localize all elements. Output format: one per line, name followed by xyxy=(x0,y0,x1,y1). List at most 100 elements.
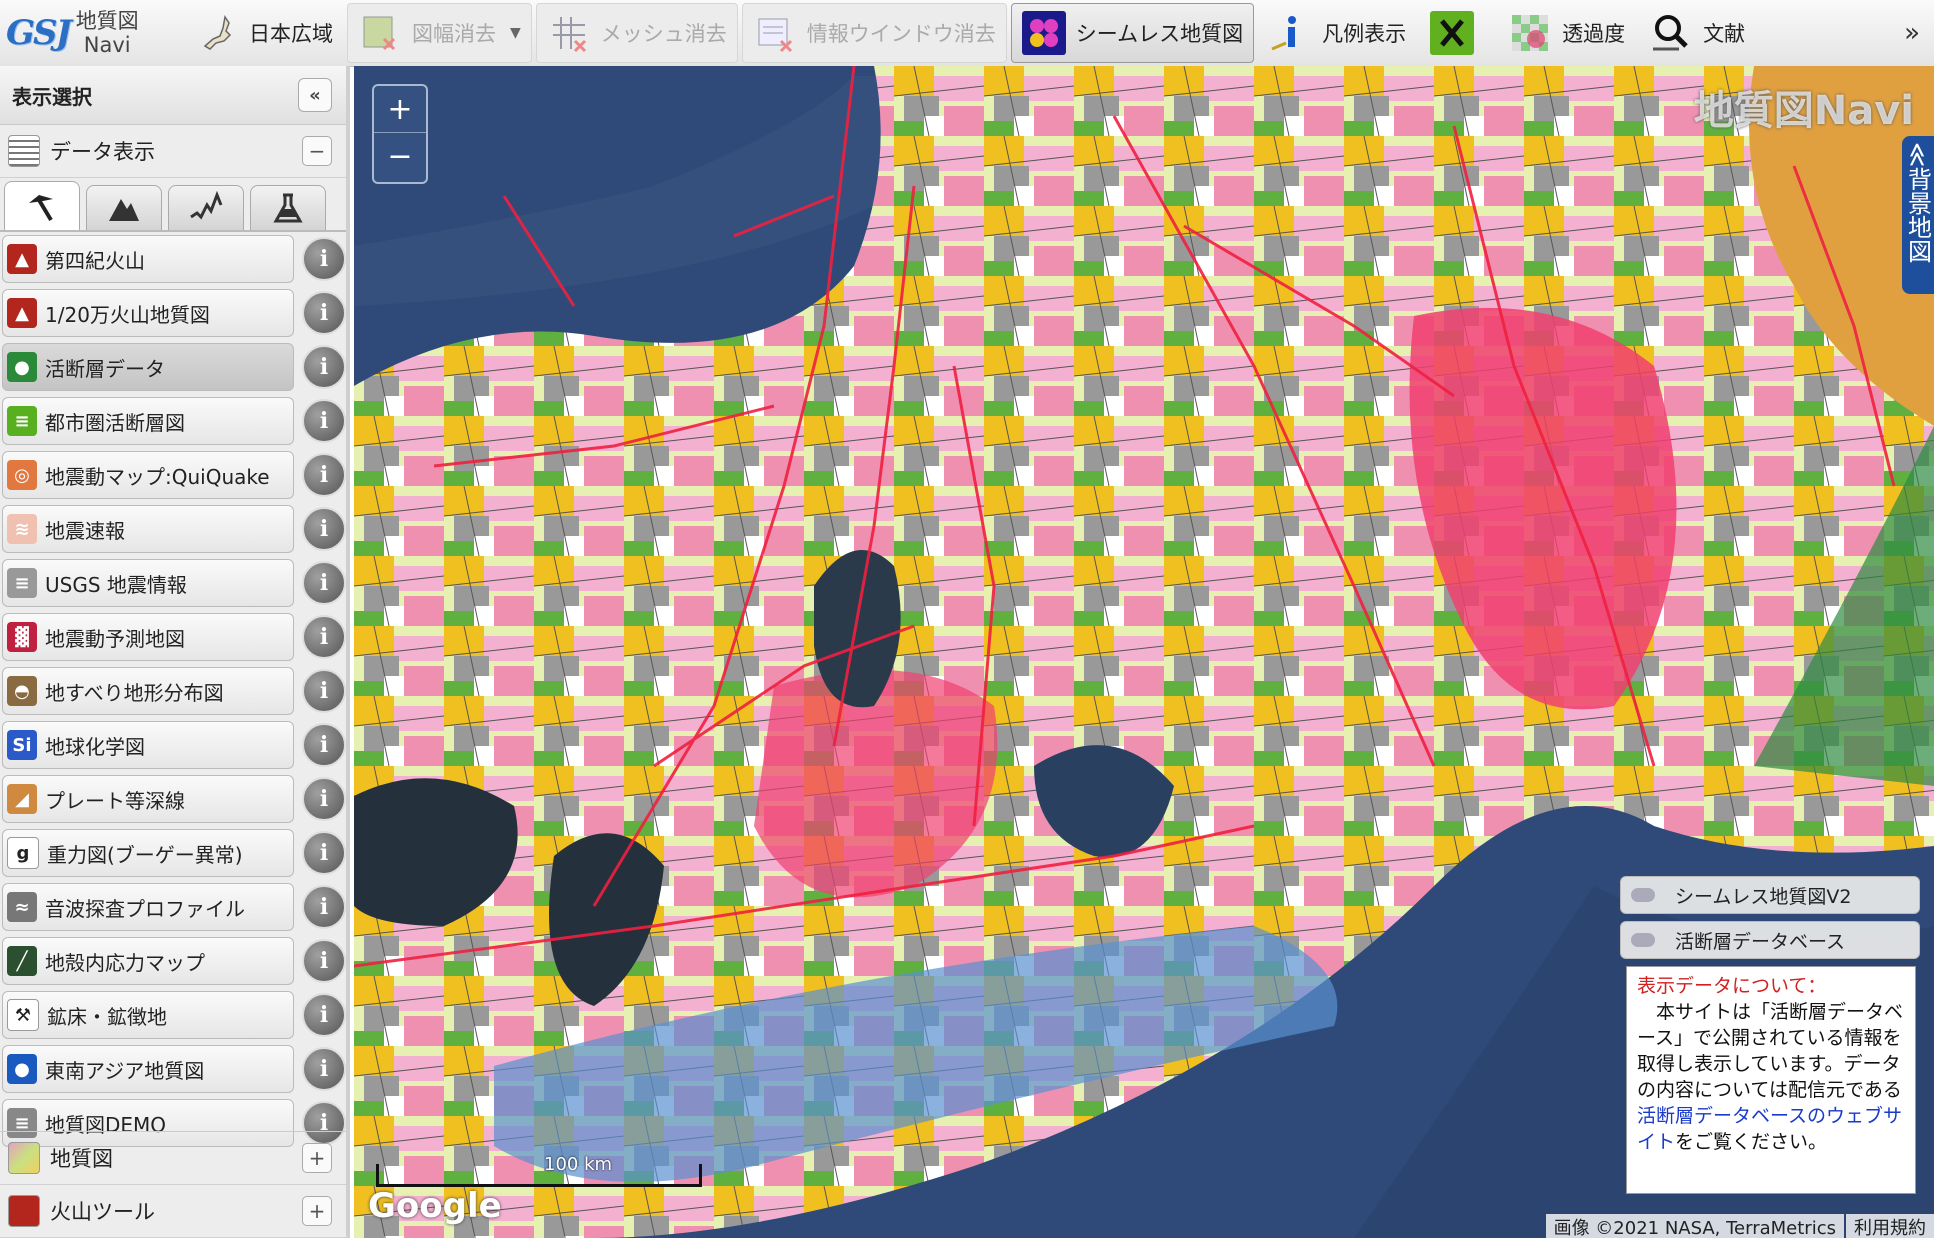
layer-row: ◢ プレート等深線 i xyxy=(0,774,346,824)
legend-seamless-item[interactable]: シームレス地質図V2 xyxy=(1620,876,1920,914)
layer-item[interactable]: ≡ USGS 地震情報 xyxy=(2,559,294,607)
layer-item[interactable]: ● 活断層データ xyxy=(2,343,294,391)
layer-item[interactable]: ⚒ 鉱床・鉱徴地 xyxy=(2,991,294,1039)
info-icon[interactable]: i xyxy=(302,291,346,335)
background-map-tab[interactable]: ≪背景地図 xyxy=(1902,136,1934,294)
geology-section[interactable]: 地質図 + xyxy=(0,1131,346,1185)
attribution-text: 画像 ©2021 NASA, TerraMetrics xyxy=(1545,1214,1844,1238)
legend-button[interactable]: 凡例表示 xyxy=(1258,3,1416,63)
terms-link[interactable]: 利用規約 xyxy=(1846,1214,1934,1238)
info-icon[interactable]: i xyxy=(302,1047,346,1091)
info-panel-body: 本サイトは「活断層データベース」で公開されている情報を取得し表示しています。デー… xyxy=(1637,1001,1904,1101)
more-tools-button[interactable]: » xyxy=(1904,18,1920,48)
layer-item[interactable]: ◢ プレート等深線 xyxy=(2,775,294,823)
layer-icon: ◢ xyxy=(7,784,37,814)
info-icon[interactable]: i xyxy=(302,669,346,713)
layer-item[interactable]: ≋ 地震速報 xyxy=(2,505,294,553)
info-icon[interactable]: i xyxy=(302,453,346,497)
info-icon[interactable]: i xyxy=(302,399,346,443)
layer-icon: ● xyxy=(7,1054,37,1084)
layer-item[interactable]: ≈ 音波探査プロファイル xyxy=(2,883,294,931)
info-icon[interactable]: i xyxy=(302,885,346,929)
layer-item[interactable]: ▲ 第四紀火山 xyxy=(2,235,294,283)
sidebar-bottom: 地質図 + 火山ツール + xyxy=(0,1131,346,1238)
data-display-section[interactable]: データ表示 − xyxy=(0,125,346,178)
layer-item[interactable]: g 重力図(ブーゲー異常) xyxy=(2,829,294,877)
layer-icon: ▲ xyxy=(7,244,37,274)
tab-seismic[interactable] xyxy=(168,185,244,230)
tab-mountain[interactable] xyxy=(86,185,162,230)
info-icon[interactable]: i xyxy=(302,993,346,1037)
chevron-down-icon[interactable]: ▼ xyxy=(510,25,521,41)
layer-icon: ◎ xyxy=(7,460,37,490)
layer-row: ≡ 都市圏活断層図 i xyxy=(0,396,346,446)
info-window-clear-button[interactable]: 情報ウインドウ消去 xyxy=(741,3,1007,63)
volcano-tools-label: 火山ツール xyxy=(50,1200,155,1224)
info-icon[interactable]: i xyxy=(302,507,346,551)
magnifier-book-icon xyxy=(1649,11,1693,55)
layer-icon: ≈ xyxy=(7,892,37,922)
info-icon[interactable]: i xyxy=(302,831,346,875)
layer-label: 都市圏活断層図 xyxy=(45,410,185,435)
info-icon[interactable]: i xyxy=(302,777,346,821)
layer-row: ▲ 1/20万火山地質図 i xyxy=(0,288,346,338)
transparency-label: 透過度 xyxy=(1562,22,1626,46)
layer-item[interactable]: ▲ 1/20万火山地質図 xyxy=(2,289,294,337)
scale-label: 100 km xyxy=(544,1154,613,1175)
literature-button[interactable]: 文献 xyxy=(1639,3,1755,63)
layer-label: プレート等深線 xyxy=(45,788,185,813)
app-logo[interactable]: GSJ 地質図 Navi xyxy=(0,0,185,66)
layer-row: ◓ 地すべり地形分布図 i xyxy=(0,666,346,716)
layer-item[interactable]: ◓ 地すべり地形分布図 xyxy=(2,667,294,715)
sidebar-title: 表示選択 xyxy=(12,84,92,109)
tab-hammer[interactable] xyxy=(4,181,80,230)
sheet-clear-button[interactable]: 図幅消去 ▼ xyxy=(347,3,532,63)
tab-chemistry[interactable] xyxy=(250,185,326,230)
legend-fault-db-item[interactable]: 活断層データベース xyxy=(1620,921,1920,959)
info-icon[interactable]: i xyxy=(302,345,346,389)
mesh-grid-icon xyxy=(547,11,591,55)
info-icon[interactable]: i xyxy=(302,939,346,983)
seamless-geology-button[interactable]: シームレス地質図 xyxy=(1010,3,1255,63)
layer-item[interactable]: ▓ 地震動予測地図 xyxy=(2,613,294,661)
layer-label: USGS 地震情報 xyxy=(45,572,187,597)
expand-volcano-button[interactable]: + xyxy=(302,1196,332,1226)
layer-item[interactable]: ● 東南アジア地質図 xyxy=(2,1045,294,1093)
legend-fault-db-label: 活断層データベース xyxy=(1675,930,1846,953)
literature-label: 文献 xyxy=(1703,22,1746,46)
layer-icon: ≋ xyxy=(7,514,37,544)
transparency-button[interactable]: 透過度 xyxy=(1498,3,1635,63)
collapse-section-button[interactable]: − xyxy=(302,136,332,166)
info-panel-title: 表示データについて： xyxy=(1637,975,1827,997)
cloud-icon xyxy=(1631,933,1655,947)
info-icon[interactable]: i xyxy=(302,561,346,605)
layer-label: 鉱床・鉱徴地 xyxy=(47,1004,167,1029)
layer-label: 地震速報 xyxy=(45,518,125,543)
layer-item[interactable]: Si 地球化学図 xyxy=(2,721,294,769)
layer-label: 東南アジア地質図 xyxy=(45,1058,205,1083)
mesh-clear-button[interactable]: メッシュ消去 xyxy=(535,3,738,63)
layer-label: 地殻内応力マップ xyxy=(45,950,205,975)
zoom-out-button[interactable]: − xyxy=(374,133,426,179)
zoom-in-button[interactable]: + xyxy=(374,86,426,133)
layer-label: 活断層データ xyxy=(45,356,165,381)
clear-all-button[interactable] xyxy=(1420,3,1494,63)
info-icon[interactable]: i xyxy=(302,237,346,281)
layer-row: ● 東南アジア地質図 i xyxy=(0,1044,346,1094)
expand-geology-button[interactable]: + xyxy=(302,1143,332,1173)
info-icon[interactable]: i xyxy=(302,615,346,659)
japan-map-icon xyxy=(195,11,239,55)
layer-row: ◎ 地震動マップ:QuiQuake i xyxy=(0,450,346,500)
layer-item[interactable]: ◎ 地震動マップ:QuiQuake xyxy=(2,451,294,499)
layer-item[interactable]: ≡ 都市圏活断層図 xyxy=(2,397,294,445)
volcano-tools-section[interactable]: 火山ツール + xyxy=(0,1185,346,1238)
data-display-label: データ表示 xyxy=(50,140,155,164)
japan-wide-button[interactable]: 日本広域 xyxy=(185,3,343,63)
layer-item[interactable]: ╱ 地殻内応力マップ xyxy=(2,937,294,985)
layer-label: 第四紀火山 xyxy=(45,248,145,273)
map-view[interactable]: + − 地質図Navi ≪背景地図 シームレス地質図V2 活断層データベース 表… xyxy=(354,66,1934,1238)
layer-icon: ╱ xyxy=(7,946,37,976)
cloud-icon xyxy=(1631,888,1655,902)
info-icon[interactable]: i xyxy=(302,723,346,767)
collapse-sidebar-button[interactable]: « xyxy=(298,78,332,112)
